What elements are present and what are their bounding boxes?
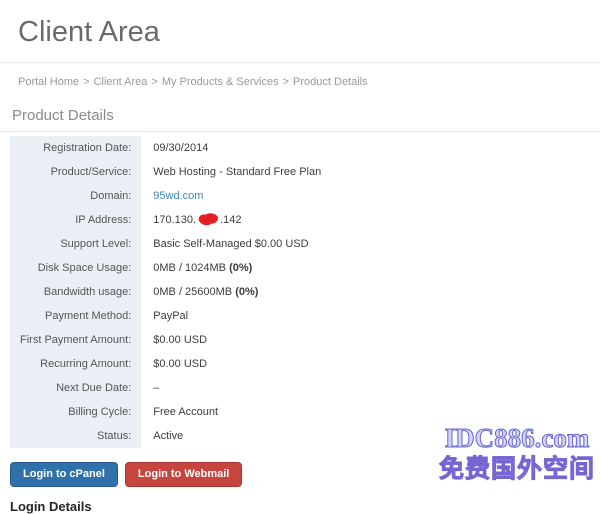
row-value: $0.00 USD	[141, 352, 600, 376]
breadcrumb-link[interactable]: Client Area	[94, 76, 148, 88]
usage-value: 0MB / 1024MB	[153, 262, 229, 274]
table-row: Registration Date:09/30/2014	[10, 136, 600, 160]
breadcrumb-link[interactable]: My Products & Services	[162, 76, 279, 88]
breadcrumb-separator: >	[83, 76, 89, 88]
usage-value: 0MB / 25600MB	[153, 286, 235, 298]
row-value: PayPal	[141, 304, 600, 328]
usage-percent: (0%)	[229, 262, 252, 274]
row-label: Registration Date:	[10, 136, 141, 160]
usage-percent: (0%)	[235, 286, 258, 298]
login-cpanel-button[interactable]: Login to cPanel	[10, 462, 118, 487]
row-value: –	[141, 376, 600, 400]
row-value: 0MB / 1024MB (0%)	[141, 256, 600, 280]
table-row: IP Address: 170.130. .142	[10, 208, 600, 232]
row-label: Payment Method:	[10, 304, 141, 328]
product-details-table: Registration Date:09/30/2014Product/Serv…	[10, 136, 600, 448]
login-webmail-button[interactable]: Login to Webmail	[125, 462, 242, 487]
page-title: Client Area	[0, 0, 600, 49]
breadcrumb-separator: >	[151, 76, 157, 88]
breadcrumb-link[interactable]: Product Details	[293, 76, 368, 88]
product-details-body: Registration Date:09/30/2014Product/Serv…	[10, 136, 600, 448]
table-row: First Payment Amount:$0.00 USD	[10, 328, 600, 352]
row-label: Billing Cycle:	[10, 400, 141, 424]
section-title: Product Details	[12, 107, 600, 124]
row-value: 95wd.com	[141, 184, 600, 208]
row-label: IP Address:	[10, 208, 141, 232]
row-value: Web Hosting - Standard Free Plan	[141, 160, 600, 184]
section-header: Product Details	[0, 107, 600, 132]
row-label: Next Due Date:	[10, 376, 141, 400]
row-label: Disk Space Usage:	[10, 256, 141, 280]
row-label: Domain:	[10, 184, 141, 208]
row-label: Recurring Amount:	[10, 352, 141, 376]
table-row: Support Level:Basic Self-Managed $0.00 U…	[10, 232, 600, 256]
ip-suffix: .142	[220, 214, 241, 226]
header-divider	[0, 62, 600, 63]
breadcrumb-separator: >	[283, 76, 289, 88]
row-value: 09/30/2014	[141, 136, 600, 160]
row-value: Free Account	[141, 400, 600, 424]
row-label: Status:	[10, 424, 141, 448]
row-label: Bandwidth usage:	[10, 280, 141, 304]
table-row: Status:Active	[10, 424, 600, 448]
row-label: First Payment Amount:	[10, 328, 141, 352]
row-value: 170.130. .142	[141, 208, 600, 232]
row-value: $0.00 USD	[141, 328, 600, 352]
row-value: Active	[141, 424, 600, 448]
row-value: Basic Self-Managed $0.00 USD	[141, 232, 600, 256]
row-label: Product/Service:	[10, 160, 141, 184]
row-value: 0MB / 25600MB (0%)	[141, 280, 600, 304]
breadcrumb: Portal Home>Client Area>My Products & Se…	[18, 76, 600, 89]
table-row: Domain: 95wd.com	[10, 184, 600, 208]
redaction-scribble-icon	[196, 211, 219, 227]
table-row: Next Due Date:–	[10, 376, 600, 400]
domain-link[interactable]: 95wd.com	[153, 190, 203, 202]
table-row: Recurring Amount:$0.00 USD	[10, 352, 600, 376]
action-buttons: Login to cPanel Login to Webmail	[10, 462, 600, 487]
table-row: Payment Method:PayPal	[10, 304, 600, 328]
table-row: Product/Service:Web Hosting - Standard F…	[10, 160, 600, 184]
row-label: Support Level:	[10, 232, 141, 256]
table-row: Billing Cycle:Free Account	[10, 400, 600, 424]
breadcrumb-link[interactable]: Portal Home	[18, 76, 79, 88]
login-details-heading: Login Details	[10, 499, 600, 514]
ip-prefix: 170.130.	[153, 214, 196, 226]
table-row: Bandwidth usage:0MB / 25600MB (0%)	[10, 280, 600, 304]
table-row: Disk Space Usage:0MB / 1024MB (0%)	[10, 256, 600, 280]
